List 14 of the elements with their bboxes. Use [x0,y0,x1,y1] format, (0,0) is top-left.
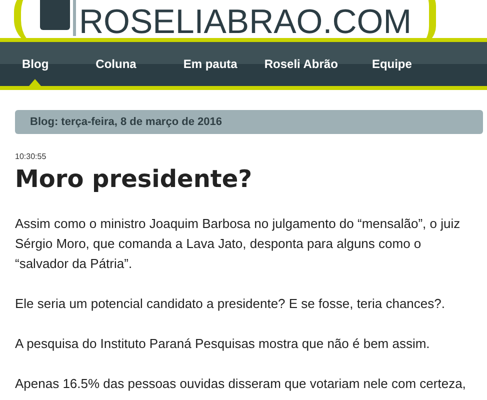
date-bar: Blog: terça-feira, 8 de março de 2016 [15,110,483,134]
post-title: Moro presidente? [15,164,254,194]
paragraph: Ele seria um potencial candidato a presidente? E se fosse, teria chances?. [15,295,446,313]
nav-link[interactable]: Em pauta [183,42,238,86]
nav-link[interactable]: Coluna [96,42,136,86]
paragraph: Assim como o ministro Joaquim Barbosa no julgamento do “mensalão”, o juiz Sérgio Moro, que comanda a Lava Jato, desponta para alguns como o “salvador da Pátria”. [15,215,462,273]
site-logo[interactable]: ROSELIABRAO.COM [79,5,412,38]
nav-link[interactable]: Equipe [372,42,412,86]
post-time: 10:30:55 [15,153,48,161]
paragraph: Apenas 16.5% das pessoas ouvidas disseram que votariam nele com certeza, [15,375,467,393]
nav-link[interactable]: Blog [22,42,49,86]
nav-link[interactable]: Roseli Abrão [264,42,338,86]
active-indicator-icon [29,79,41,86]
paragraph: A pesquisa do Instituto Paraná Pesquisas mostra que não é bem assim. [15,335,431,353]
